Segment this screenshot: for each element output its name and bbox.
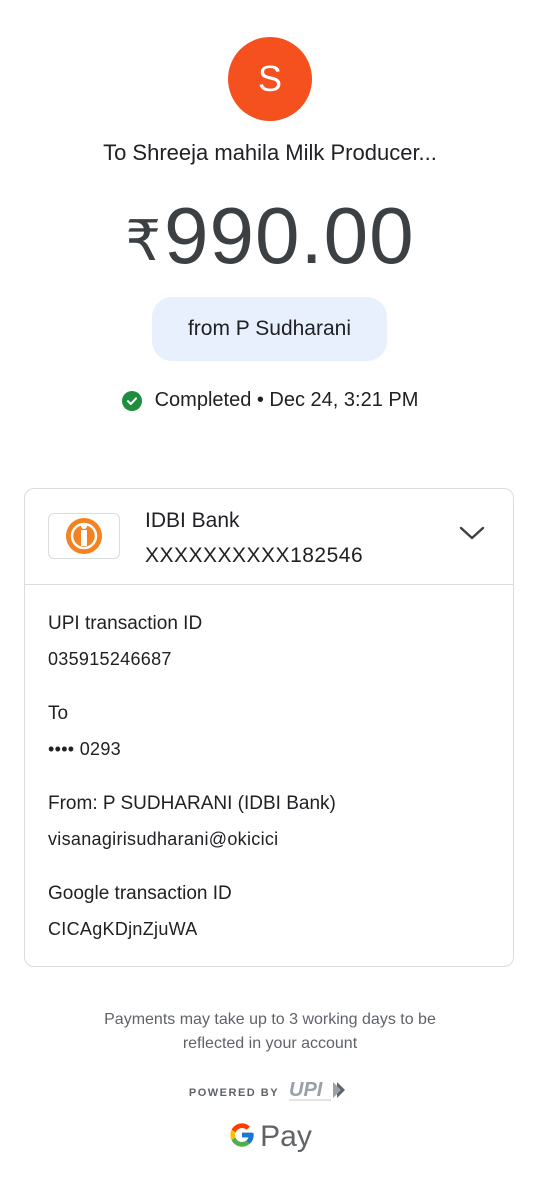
detail-label: Google transaction ID: [48, 883, 232, 904]
svg-text:UPI: UPI: [289, 1079, 323, 1101]
status-row: Completed • Dec 24, 3:21 PM: [0, 389, 540, 412]
detail-value: •••• 0293: [48, 739, 121, 759]
bank-account-number: XXXXXXXXXX182546: [145, 544, 364, 567]
amount-value: 990.00: [163, 191, 415, 280]
note-line-1: Payments may take up to 3 working days t…: [104, 1011, 436, 1028]
google-pay-logo: Pay: [0, 1120, 540, 1154]
pay-text: Pay: [260, 1120, 312, 1153]
google-transaction-id: Google transaction ID CICAgKDjnZjuWA: [48, 883, 232, 940]
detail-label: From: P SUDHARANI (IDBI Bank): [48, 793, 336, 814]
bank-account-row[interactable]: IDBI Bank XXXXXXXXXX182546: [25, 489, 513, 585]
check-circle-icon: [121, 390, 142, 411]
recipient-name: To Shreeja mahila Milk Producer...: [103, 140, 437, 165]
powered-by-upi: POWERED BY UPI: [0, 1078, 540, 1107]
to-account: To •••• 0293: [48, 703, 121, 760]
upi-logo-icon: UPI: [287, 1078, 351, 1107]
recipient-avatar: S: [228, 37, 312, 121]
upi-transaction-id: UPI transaction ID 035915246687: [48, 613, 202, 670]
detail-value: CICAgKDjnZjuWA: [48, 919, 198, 939]
detail-value: visanagirisudharani@okicici: [48, 829, 279, 849]
from-account: From: P SUDHARANI (IDBI Bank) visanagiri…: [48, 793, 336, 850]
note-line-2: reflected in your account: [182, 1035, 358, 1052]
chevron-down-icon[interactable]: [459, 525, 485, 546]
processing-note: Payments may take up to 3 working days t…: [0, 1008, 540, 1056]
google-g-icon: [228, 1121, 256, 1154]
status-text: Completed • Dec 24, 3:21 PM: [154, 389, 419, 411]
idbi-bank-logo-icon: [48, 513, 120, 559]
detail-label: To: [48, 703, 69, 724]
avatar-letter: S: [257, 58, 282, 99]
currency-symbol: ₹: [125, 209, 162, 272]
bank-name: IDBI Bank: [145, 509, 240, 532]
amount-display: ₹990.00: [0, 190, 540, 282]
detail-value: 035915246687: [48, 649, 172, 669]
from-pill: from P Sudharani: [152, 297, 387, 361]
transaction-card: IDBI Bank XXXXXXXXXX182546 UPI transacti…: [24, 488, 514, 967]
powered-by-text: POWERED BY: [188, 1086, 280, 1099]
from-label: from P Sudharani: [187, 317, 352, 340]
detail-label: UPI transaction ID: [48, 613, 203, 634]
